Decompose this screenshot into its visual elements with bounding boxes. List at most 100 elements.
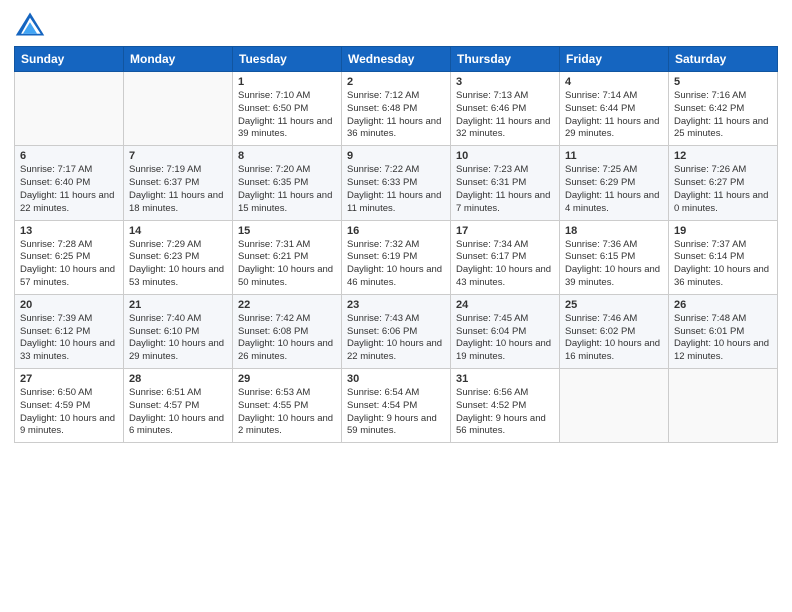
day-cell: 30 Sunrise: 6:54 AM Sunset: 4:54 PM Dayli…: [342, 369, 451, 443]
day-info: Sunrise: 6:53 AM Sunset: 4:55 PM Dayligh…: [238, 387, 336, 438]
day-number: 7: [129, 150, 227, 162]
logo-icon: [14, 10, 46, 38]
day-number: 13: [20, 225, 118, 237]
day-cell: 3Sunrise: 7:13 AM Sunset: 6:46 PM Daylig…: [451, 72, 560, 146]
day-cell: 1Sunrise: 7:10 AM Sunset: 6:50 PM Daylig…: [233, 72, 342, 146]
day-number: 4: [565, 76, 663, 88]
day-number: 9: [347, 150, 445, 162]
day-number: 23: [347, 299, 445, 311]
day-cell: 18 Sunrise: 7:36 AM Sunset: 6:15 PM Dayli…: [560, 220, 669, 294]
day-number: 1: [238, 76, 336, 88]
day-cell: 23Sunrise: 7:43 AM Sunset: 6:06 PM Dayli…: [342, 294, 451, 368]
day-cell: 22 Sunrise: 7:42 AM Sunset: 6:08 PM Dayli…: [233, 294, 342, 368]
day-info: Sunrise: 7:12 AM Sunset: 6:48 PM Dayligh…: [347, 90, 445, 141]
day-info: Sunrise: 6:56 AM Sunset: 4:52 PM Dayligh…: [456, 387, 554, 438]
day-info: Sunrise: 7:22 AM Sunset: 6:33 PM Dayligh…: [347, 164, 445, 215]
day-cell: 20 Sunrise: 7:39 AM Sunset: 6:12 PM Dayli…: [15, 294, 124, 368]
day-cell: 4Sunrise: 7:14 AM Sunset: 6:44 PM Daylig…: [560, 72, 669, 146]
day-number: 28: [129, 373, 227, 385]
day-number: 12: [674, 150, 772, 162]
day-info: Sunrise: 7:40 AM Sunset: 6:10 PM Dayligh…: [129, 313, 227, 364]
day-info: Sunrise: 7:32 AM Sunset: 6:19 PM Dayligh…: [347, 239, 445, 290]
weekday-header-thursday: Thursday: [451, 47, 560, 72]
day-info: Sunrise: 7:37 AM Sunset: 6:14 PM Dayligh…: [674, 239, 772, 290]
day-cell: 24 Sunrise: 7:45 AM Sunset: 6:04 PM Dayli…: [451, 294, 560, 368]
day-cell: 13 Sunrise: 7:28 AM Sunset: 6:25 PM Dayli…: [15, 220, 124, 294]
day-number: 19: [674, 225, 772, 237]
weekday-header-tuesday: Tuesday: [233, 47, 342, 72]
day-number: 31: [456, 373, 554, 385]
day-cell: 28 Sunrise: 6:51 AM Sunset: 4:57 PM Dayli…: [124, 369, 233, 443]
day-info: Sunrise: 6:50 AM Sunset: 4:59 PM Dayligh…: [20, 387, 118, 438]
weekday-header-friday: Friday: [560, 47, 669, 72]
day-number: 8: [238, 150, 336, 162]
day-info: Sunrise: 7:28 AM Sunset: 6:25 PM Dayligh…: [20, 239, 118, 290]
week-row-4: 20 Sunrise: 7:39 AM Sunset: 6:12 PM Dayli…: [15, 294, 778, 368]
day-info: Sunrise: 7:31 AM Sunset: 6:21 PM Dayligh…: [238, 239, 336, 290]
day-cell: 21Sunrise: 7:40 AM Sunset: 6:10 PM Dayli…: [124, 294, 233, 368]
day-info: Sunrise: 7:34 AM Sunset: 6:17 PM Dayligh…: [456, 239, 554, 290]
day-cell: 6 Sunrise: 7:17 AM Sunset: 6:40 PM Daylig…: [15, 146, 124, 220]
weekday-header-monday: Monday: [124, 47, 233, 72]
weekday-header-wednesday: Wednesday: [342, 47, 451, 72]
day-number: 11: [565, 150, 663, 162]
weekday-header-saturday: Saturday: [669, 47, 778, 72]
day-info: Sunrise: 7:19 AM Sunset: 6:37 PM Dayligh…: [129, 164, 227, 215]
day-cell: 12 Sunrise: 7:26 AM Sunset: 6:27 PM Dayli…: [669, 146, 778, 220]
day-number: 24: [456, 299, 554, 311]
day-cell: [560, 369, 669, 443]
day-info: Sunrise: 7:36 AM Sunset: 6:15 PM Dayligh…: [565, 239, 663, 290]
day-info: Sunrise: 7:46 AM Sunset: 6:02 PM Dayligh…: [565, 313, 663, 364]
day-info: Sunrise: 7:45 AM Sunset: 6:04 PM Dayligh…: [456, 313, 554, 364]
day-number: 15: [238, 225, 336, 237]
header: [14, 10, 778, 38]
day-info: Sunrise: 7:26 AM Sunset: 6:27 PM Dayligh…: [674, 164, 772, 215]
logo: [14, 10, 50, 38]
day-number: 6: [20, 150, 118, 162]
day-number: 27: [20, 373, 118, 385]
day-number: 22: [238, 299, 336, 311]
day-info: Sunrise: 7:16 AM Sunset: 6:42 PM Dayligh…: [674, 90, 772, 141]
page: SundayMondayTuesdayWednesdayThursdayFrid…: [0, 0, 792, 612]
week-row-5: 27 Sunrise: 6:50 AM Sunset: 4:59 PM Dayli…: [15, 369, 778, 443]
day-info: Sunrise: 7:39 AM Sunset: 6:12 PM Dayligh…: [20, 313, 118, 364]
day-info: Sunrise: 7:23 AM Sunset: 6:31 PM Dayligh…: [456, 164, 554, 215]
day-number: 5: [674, 76, 772, 88]
day-info: Sunrise: 7:29 AM Sunset: 6:23 PM Dayligh…: [129, 239, 227, 290]
day-number: 25: [565, 299, 663, 311]
day-info: Sunrise: 6:51 AM Sunset: 4:57 PM Dayligh…: [129, 387, 227, 438]
day-cell: [669, 369, 778, 443]
day-cell: 2Sunrise: 7:12 AM Sunset: 6:48 PM Daylig…: [342, 72, 451, 146]
day-number: 3: [456, 76, 554, 88]
day-cell: 14 Sunrise: 7:29 AM Sunset: 6:23 PM Dayli…: [124, 220, 233, 294]
calendar: SundayMondayTuesdayWednesdayThursdayFrid…: [14, 46, 778, 443]
day-cell: 27 Sunrise: 6:50 AM Sunset: 4:59 PM Dayli…: [15, 369, 124, 443]
day-info: Sunrise: 7:42 AM Sunset: 6:08 PM Dayligh…: [238, 313, 336, 364]
day-number: 18: [565, 225, 663, 237]
day-cell: 25 Sunrise: 7:46 AM Sunset: 6:02 PM Dayli…: [560, 294, 669, 368]
day-info: Sunrise: 7:17 AM Sunset: 6:40 PM Dayligh…: [20, 164, 118, 215]
day-number: 17: [456, 225, 554, 237]
day-info: Sunrise: 7:25 AM Sunset: 6:29 PM Dayligh…: [565, 164, 663, 215]
day-number: 30: [347, 373, 445, 385]
day-cell: 17 Sunrise: 7:34 AM Sunset: 6:17 PM Dayli…: [451, 220, 560, 294]
day-cell: 15 Sunrise: 7:31 AM Sunset: 6:21 PM Dayli…: [233, 220, 342, 294]
day-cell: 19 Sunrise: 7:37 AM Sunset: 6:14 PM Dayli…: [669, 220, 778, 294]
day-info: Sunrise: 6:54 AM Sunset: 4:54 PM Dayligh…: [347, 387, 445, 438]
day-cell: 31 Sunrise: 6:56 AM Sunset: 4:52 PM Dayli…: [451, 369, 560, 443]
day-cell: [15, 72, 124, 146]
day-info: Sunrise: 7:48 AM Sunset: 6:01 PM Dayligh…: [674, 313, 772, 364]
day-number: 29: [238, 373, 336, 385]
day-number: 16: [347, 225, 445, 237]
day-number: 10: [456, 150, 554, 162]
day-cell: 5 Sunrise: 7:16 AM Sunset: 6:42 PM Daylig…: [669, 72, 778, 146]
week-row-3: 13 Sunrise: 7:28 AM Sunset: 6:25 PM Dayli…: [15, 220, 778, 294]
weekday-header-sunday: Sunday: [15, 47, 124, 72]
day-cell: 10 Sunrise: 7:23 AM Sunset: 6:31 PM Dayli…: [451, 146, 560, 220]
week-row-1: 1Sunrise: 7:10 AM Sunset: 6:50 PM Daylig…: [15, 72, 778, 146]
day-cell: 26Sunrise: 7:48 AM Sunset: 6:01 PM Dayli…: [669, 294, 778, 368]
day-number: 14: [129, 225, 227, 237]
day-cell: [124, 72, 233, 146]
weekday-header-row: SundayMondayTuesdayWednesdayThursdayFrid…: [15, 47, 778, 72]
day-number: 20: [20, 299, 118, 311]
